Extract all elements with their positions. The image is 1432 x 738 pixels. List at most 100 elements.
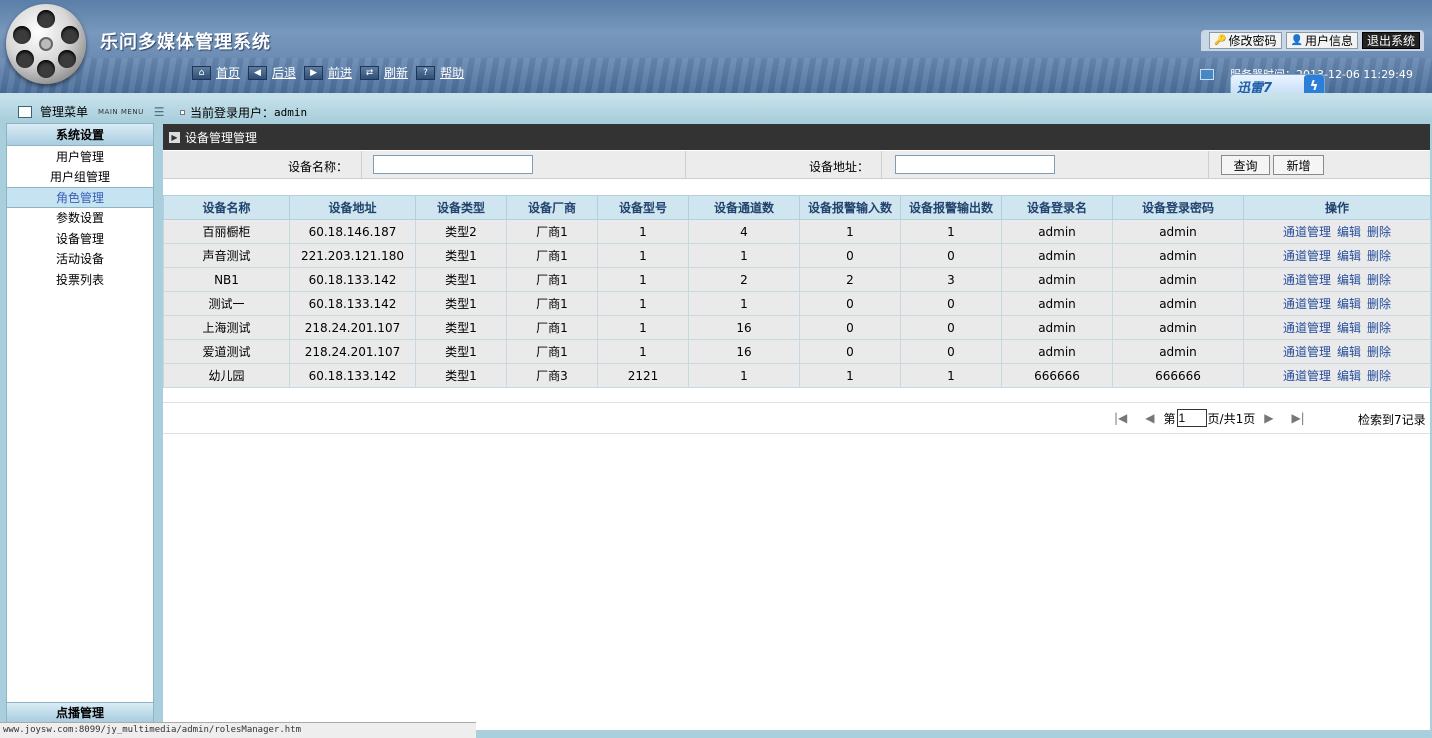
channel-management-link[interactable]: 通道管理 xyxy=(1283,345,1331,359)
table-cell: 上海测试 xyxy=(163,315,290,340)
delete-link[interactable]: 删除 xyxy=(1367,369,1391,383)
table-row: 幼儿园 60.18.133.142 类型1 厂商3 2121 1 1 1 666666 66666… xyxy=(163,363,1431,388)
table-cell: 厂商1 xyxy=(506,315,598,340)
table-cell: 1 xyxy=(688,291,800,316)
channel-management-link[interactable]: 通道管理 xyxy=(1283,273,1331,287)
nav-refresh[interactable]: ⇄ 刷新 xyxy=(360,64,408,81)
edit-link[interactable]: 编辑 xyxy=(1337,297,1361,311)
query-button[interactable]: 查询 xyxy=(1221,155,1270,175)
edit-link[interactable]: 编辑 xyxy=(1337,369,1361,383)
page-number-input[interactable] xyxy=(1176,409,1207,427)
toolbar-nav: ⌂ 首页 ◀ 后退 ▶ 前进 ⇄ 刷新 ? 帮助 xyxy=(192,64,472,81)
login-user-info: 当前登录用户： admin xyxy=(180,104,307,121)
table-cell: 厂商1 xyxy=(506,339,598,364)
row-actions: 通道管理 编辑 删除 xyxy=(1243,339,1431,364)
table-cell: 类型2 xyxy=(415,219,507,244)
table-cell: 0 xyxy=(900,291,1002,316)
table-cell: 16 xyxy=(688,315,800,340)
next-page-icon[interactable]: ▶ xyxy=(1264,411,1273,425)
delete-link[interactable]: 删除 xyxy=(1367,225,1391,239)
table-cell: admin xyxy=(1001,219,1113,244)
table-row: NB1 60.18.133.142 类型1 厂商1 1 2 2 3 admin admin 通道管理… xyxy=(163,267,1431,292)
table-cell: 1 xyxy=(597,315,689,340)
table-cell: admin xyxy=(1001,315,1113,340)
delete-link[interactable]: 删除 xyxy=(1367,345,1391,359)
table-cell: admin xyxy=(1112,291,1244,316)
column-header: 设备报警输出数 xyxy=(900,195,1002,220)
content-title-bar: ▶ 设备管理管理 xyxy=(163,124,1430,150)
sidebar-item-device-management[interactable]: 设备管理 xyxy=(7,228,153,249)
delete-link[interactable]: 删除 xyxy=(1367,297,1391,311)
table-cell: 1 xyxy=(597,291,689,316)
sidebar-section-system-settings[interactable]: 系统设置 xyxy=(7,124,153,146)
edit-link[interactable]: 编辑 xyxy=(1337,249,1361,263)
arrow-left-icon: ◀ xyxy=(248,65,268,80)
column-header: 设备登录密码 xyxy=(1112,195,1244,220)
table-cell: admin xyxy=(1001,339,1113,364)
table-cell: admin xyxy=(1112,267,1244,292)
add-button[interactable]: 新增 xyxy=(1273,155,1324,175)
menu-panel-icon xyxy=(18,105,32,118)
table-cell: 1 xyxy=(799,363,901,388)
device-address-input[interactable] xyxy=(895,155,1055,174)
channel-management-link[interactable]: 通道管理 xyxy=(1283,369,1331,383)
channel-management-link[interactable]: 通道管理 xyxy=(1283,297,1331,311)
table-cell: 1 xyxy=(900,219,1002,244)
sidebar-item-role-management[interactable]: 角色管理 xyxy=(7,187,153,208)
device-address-label: 设备地址： xyxy=(809,160,870,174)
main-content: ▶ 设备管理管理 设备名称： 设备地址： 查询 新增 设备名称 设备地址 设备类型设… xyxy=(163,124,1431,730)
row-actions: 通道管理 编辑 删除 xyxy=(1243,363,1431,388)
menu-title: 管理菜单 MAIN MENU ☰ xyxy=(18,103,164,120)
sidebar-item-user-management[interactable]: 用户管理 xyxy=(7,146,153,167)
table-cell: 测试一 xyxy=(163,291,290,316)
nav-back[interactable]: ◀ 后退 xyxy=(248,64,296,81)
channel-management-link[interactable]: 通道管理 xyxy=(1283,249,1331,263)
table-row: 声音测试 221.203.121.180 类型1 厂商1 1 1 0 0 admin admin 通… xyxy=(163,243,1431,268)
table-cell: 1 xyxy=(597,219,689,244)
edit-link[interactable]: 编辑 xyxy=(1337,273,1361,287)
last-page-icon[interactable]: ▶| xyxy=(1291,411,1304,425)
table-cell: admin xyxy=(1001,267,1113,292)
monitor-icon xyxy=(1200,68,1214,80)
row-actions: 通道管理 编辑 删除 xyxy=(1243,291,1431,316)
nav-forward[interactable]: ▶ 前进 xyxy=(304,64,352,81)
edit-link[interactable]: 编辑 xyxy=(1337,345,1361,359)
table-cell: 厂商1 xyxy=(506,243,598,268)
search-form: 设备名称： 设备地址： 查询 新增 xyxy=(163,151,1430,179)
user-info-button[interactable]: 👤 用户信息 xyxy=(1285,32,1358,49)
nav-help[interactable]: ? 帮助 xyxy=(416,64,464,81)
table-cell: 60.18.146.187 xyxy=(289,219,416,244)
sidebar-item-active-devices[interactable]: 活动设备 xyxy=(7,249,153,270)
change-password-button[interactable]: 🔑 修改密码 xyxy=(1209,32,1282,49)
edit-link[interactable]: 编辑 xyxy=(1337,225,1361,239)
delete-link[interactable]: 删除 xyxy=(1367,249,1391,263)
logout-button[interactable]: 退出系统 xyxy=(1361,32,1420,49)
table-cell: 0 xyxy=(900,243,1002,268)
user-icon: 👤 xyxy=(1290,35,1303,46)
channel-management-link[interactable]: 通道管理 xyxy=(1283,321,1331,335)
table-cell: 类型1 xyxy=(415,315,507,340)
play-icon: ▶ xyxy=(169,131,180,143)
table-cell: 16 xyxy=(688,339,800,364)
prev-page-icon[interactable]: ◀ xyxy=(1145,411,1154,425)
column-header: 设备型号 xyxy=(597,195,689,220)
table-cell: 1 xyxy=(688,243,800,268)
column-header: 设备名称 xyxy=(163,195,290,220)
table-cell: NB1 xyxy=(163,267,290,292)
device-name-input[interactable] xyxy=(373,155,533,174)
sidebar-item-parameter-settings[interactable]: 参数设置 xyxy=(7,208,153,229)
sidebar-item-user-group-management[interactable]: 用户组管理 xyxy=(7,167,153,188)
nav-home[interactable]: ⌂ 首页 xyxy=(192,64,240,81)
column-header: 设备报警输入数 xyxy=(799,195,901,220)
collapse-menu-icon[interactable]: ☰ xyxy=(154,105,165,119)
first-page-icon[interactable]: |◀ xyxy=(1114,411,1127,425)
sidebar-section-vod-management[interactable]: 点播管理 xyxy=(7,702,153,722)
row-actions: 通道管理 编辑 删除 xyxy=(1243,219,1431,244)
channel-management-link[interactable]: 通道管理 xyxy=(1283,225,1331,239)
edit-link[interactable]: 编辑 xyxy=(1337,321,1361,335)
table-cell: 60.18.133.142 xyxy=(289,267,416,292)
sidebar-item-vote-list[interactable]: 投票列表 xyxy=(7,269,153,290)
table-cell: 218.24.201.107 xyxy=(289,339,416,364)
delete-link[interactable]: 删除 xyxy=(1367,273,1391,287)
delete-link[interactable]: 删除 xyxy=(1367,321,1391,335)
